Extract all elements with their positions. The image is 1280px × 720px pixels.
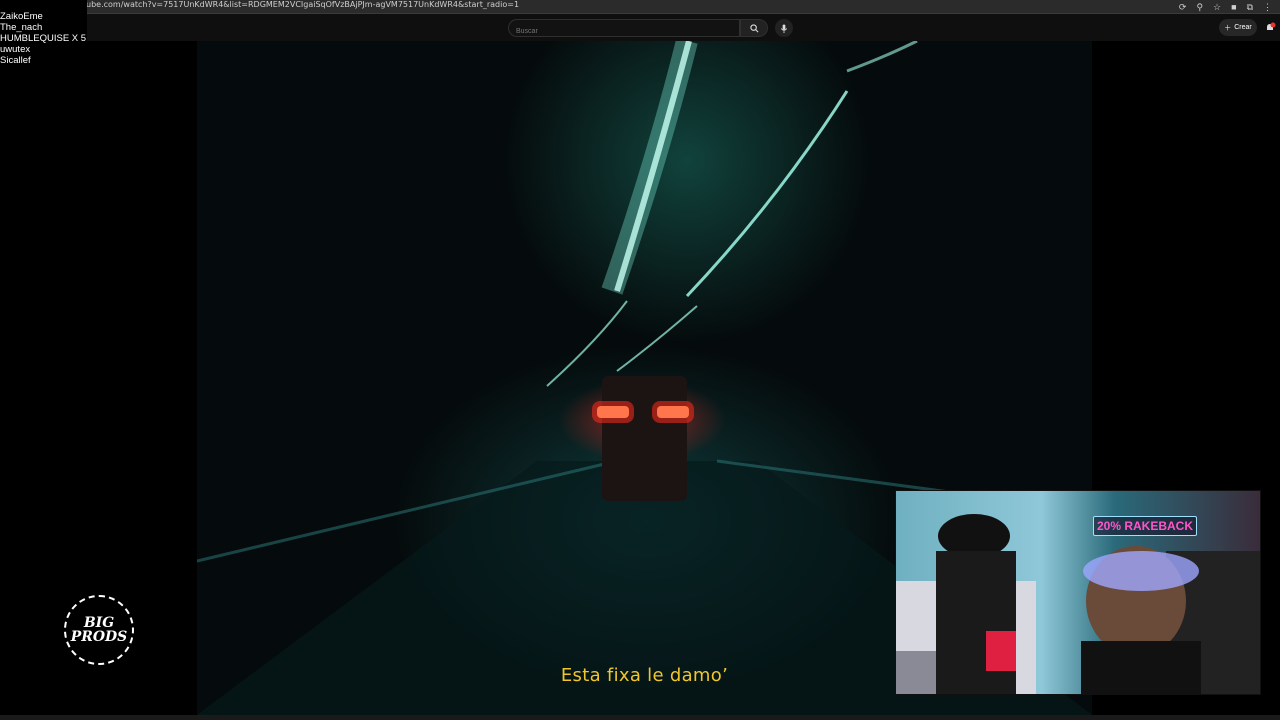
youtube-header: ＋ Crear <box>0 14 1280 41</box>
streamer-webcam: 20% RAKEBACK <box>895 490 1261 695</box>
viewer-name: uwutex <box>0 44 31 55</box>
viewer-name: ZaikoEme <box>0 11 43 22</box>
menu-icon[interactable]: ⋮ <box>1263 2 1272 13</box>
address-bar[interactable]: ube.com/watch?v=7517UnKdWR4&list=RDGMEM2… <box>86 0 519 9</box>
logo-line-2: PRODS <box>70 629 128 645</box>
microphone-icon <box>780 23 788 33</box>
bookmark-star-icon[interactable]: ☆ <box>1213 2 1221 13</box>
search-input[interactable] <box>509 23 739 40</box>
search-button[interactable] <box>740 19 768 37</box>
viewer-name-list: ZaikoEme The_nach HUMBLEQUISE X 5 uwutex… <box>0 0 87 69</box>
viewer-name: The_nach <box>0 22 43 33</box>
search-icon <box>749 23 758 32</box>
logo-line-1: BIG <box>83 615 115 631</box>
browser-icons: ⟳ ⚲ ☆ ■ ⧉ ⋮ <box>1179 0 1272 14</box>
voice-search-button[interactable] <box>775 19 793 37</box>
viewer-name: HUMBLEQUISE X 5 <box>0 33 87 44</box>
zoom-icon[interactable]: ⚲ <box>1196 2 1203 13</box>
create-label: Crear <box>1234 24 1252 31</box>
cast-icon[interactable]: ⟳ <box>1179 2 1187 13</box>
big-prods-logo: BIG PRODS <box>64 595 134 665</box>
create-button[interactable]: ＋ Crear <box>1219 19 1257 36</box>
search-box[interactable] <box>508 19 740 40</box>
notifications-button[interactable] <box>1264 21 1276 33</box>
browser-toolbar: ube.com/watch?v=7517UnKdWR4&list=RDGMEM2… <box>0 0 1280 14</box>
viewer-name: Sicallef <box>0 55 31 66</box>
plus-icon: ＋ <box>1224 24 1232 32</box>
bell-icon <box>1267 22 1276 30</box>
extension-icon[interactable]: ■ <box>1231 2 1236 12</box>
webcam-scene <box>896 514 1260 694</box>
puzzle-icon[interactable]: ⧉ <box>1247 2 1253 13</box>
neon-sign: 20% RAKEBACK <box>1093 516 1197 536</box>
bottom-strip <box>0 715 1280 720</box>
